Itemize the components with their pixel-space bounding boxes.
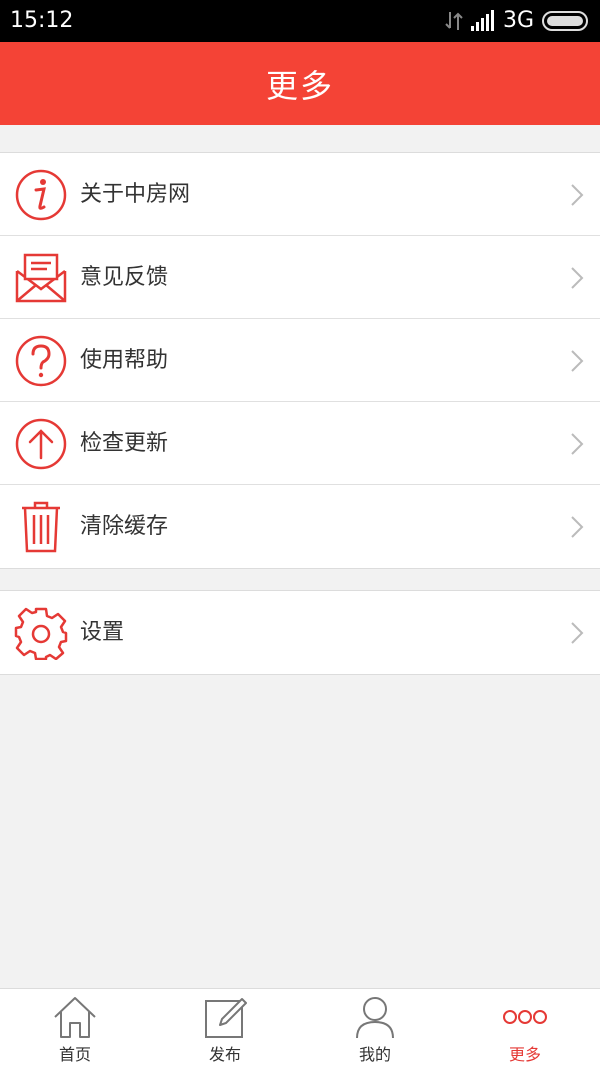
info-icon — [15, 169, 67, 221]
status-time: 15:12 — [10, 8, 74, 33]
mail-icon — [15, 253, 67, 303]
page-title: 更多 — [265, 66, 334, 105]
bottom-tab-bar: 首页 发布 我的 更多 — [0, 988, 600, 1068]
menu-item-about[interactable]: 关于中房网 — [0, 153, 600, 236]
chevron-right-icon — [571, 516, 584, 538]
tab-label: 首页 — [58, 1045, 91, 1064]
tab-label: 发布 — [208, 1045, 241, 1064]
menu-item-label: 关于中房网 — [80, 182, 191, 207]
edit-icon — [205, 998, 247, 1038]
chevron-right-icon — [571, 350, 584, 372]
menu-group-settings: 设置 — [0, 590, 600, 675]
status-icons: 3G — [445, 7, 590, 35]
menu-item-feedback[interactable]: 意见反馈 — [0, 236, 600, 319]
signal-icon — [470, 10, 494, 31]
more-icon — [503, 1010, 547, 1024]
data-transfer-icon — [445, 12, 463, 30]
menu-item-settings[interactable]: 设置 — [0, 591, 600, 674]
menu-item-label: 设置 — [80, 620, 125, 645]
home-icon — [54, 997, 96, 1038]
menu-item-check-update[interactable]: 检查更新 — [0, 402, 600, 485]
menu-item-label: 检查更新 — [80, 431, 169, 456]
tab-more[interactable]: 更多 — [450, 989, 600, 1068]
menu-item-label: 意见反馈 — [80, 265, 169, 290]
network-type: 3G — [502, 8, 534, 33]
chevron-right-icon — [571, 433, 584, 455]
user-icon — [356, 997, 394, 1039]
menu-group-main: 关于中房网 意见反馈 使用帮助 检查更新 清除缓存 — [0, 152, 600, 569]
menu-item-help[interactable]: 使用帮助 — [0, 319, 600, 402]
tab-label: 我的 — [358, 1045, 391, 1064]
chevron-right-icon — [571, 622, 584, 644]
tab-mine[interactable]: 我的 — [300, 989, 450, 1068]
tab-home[interactable]: 首页 — [0, 989, 150, 1068]
menu-item-label: 使用帮助 — [80, 348, 169, 373]
tab-publish[interactable]: 发布 — [150, 989, 300, 1068]
trash-icon — [22, 501, 60, 553]
chevron-right-icon — [571, 184, 584, 206]
menu-item-label: 清除缓存 — [80, 514, 169, 539]
gear-icon — [14, 607, 68, 660]
status-bar: 15:12 3G — [0, 0, 600, 42]
header: 更多 — [0, 42, 600, 125]
menu-item-clear-cache[interactable]: 清除缓存 — [0, 485, 600, 568]
arrow-up-icon — [15, 418, 67, 470]
battery-icon — [542, 11, 588, 31]
tab-label: 更多 — [508, 1045, 541, 1064]
help-icon — [15, 335, 67, 387]
chevron-right-icon — [571, 267, 584, 289]
